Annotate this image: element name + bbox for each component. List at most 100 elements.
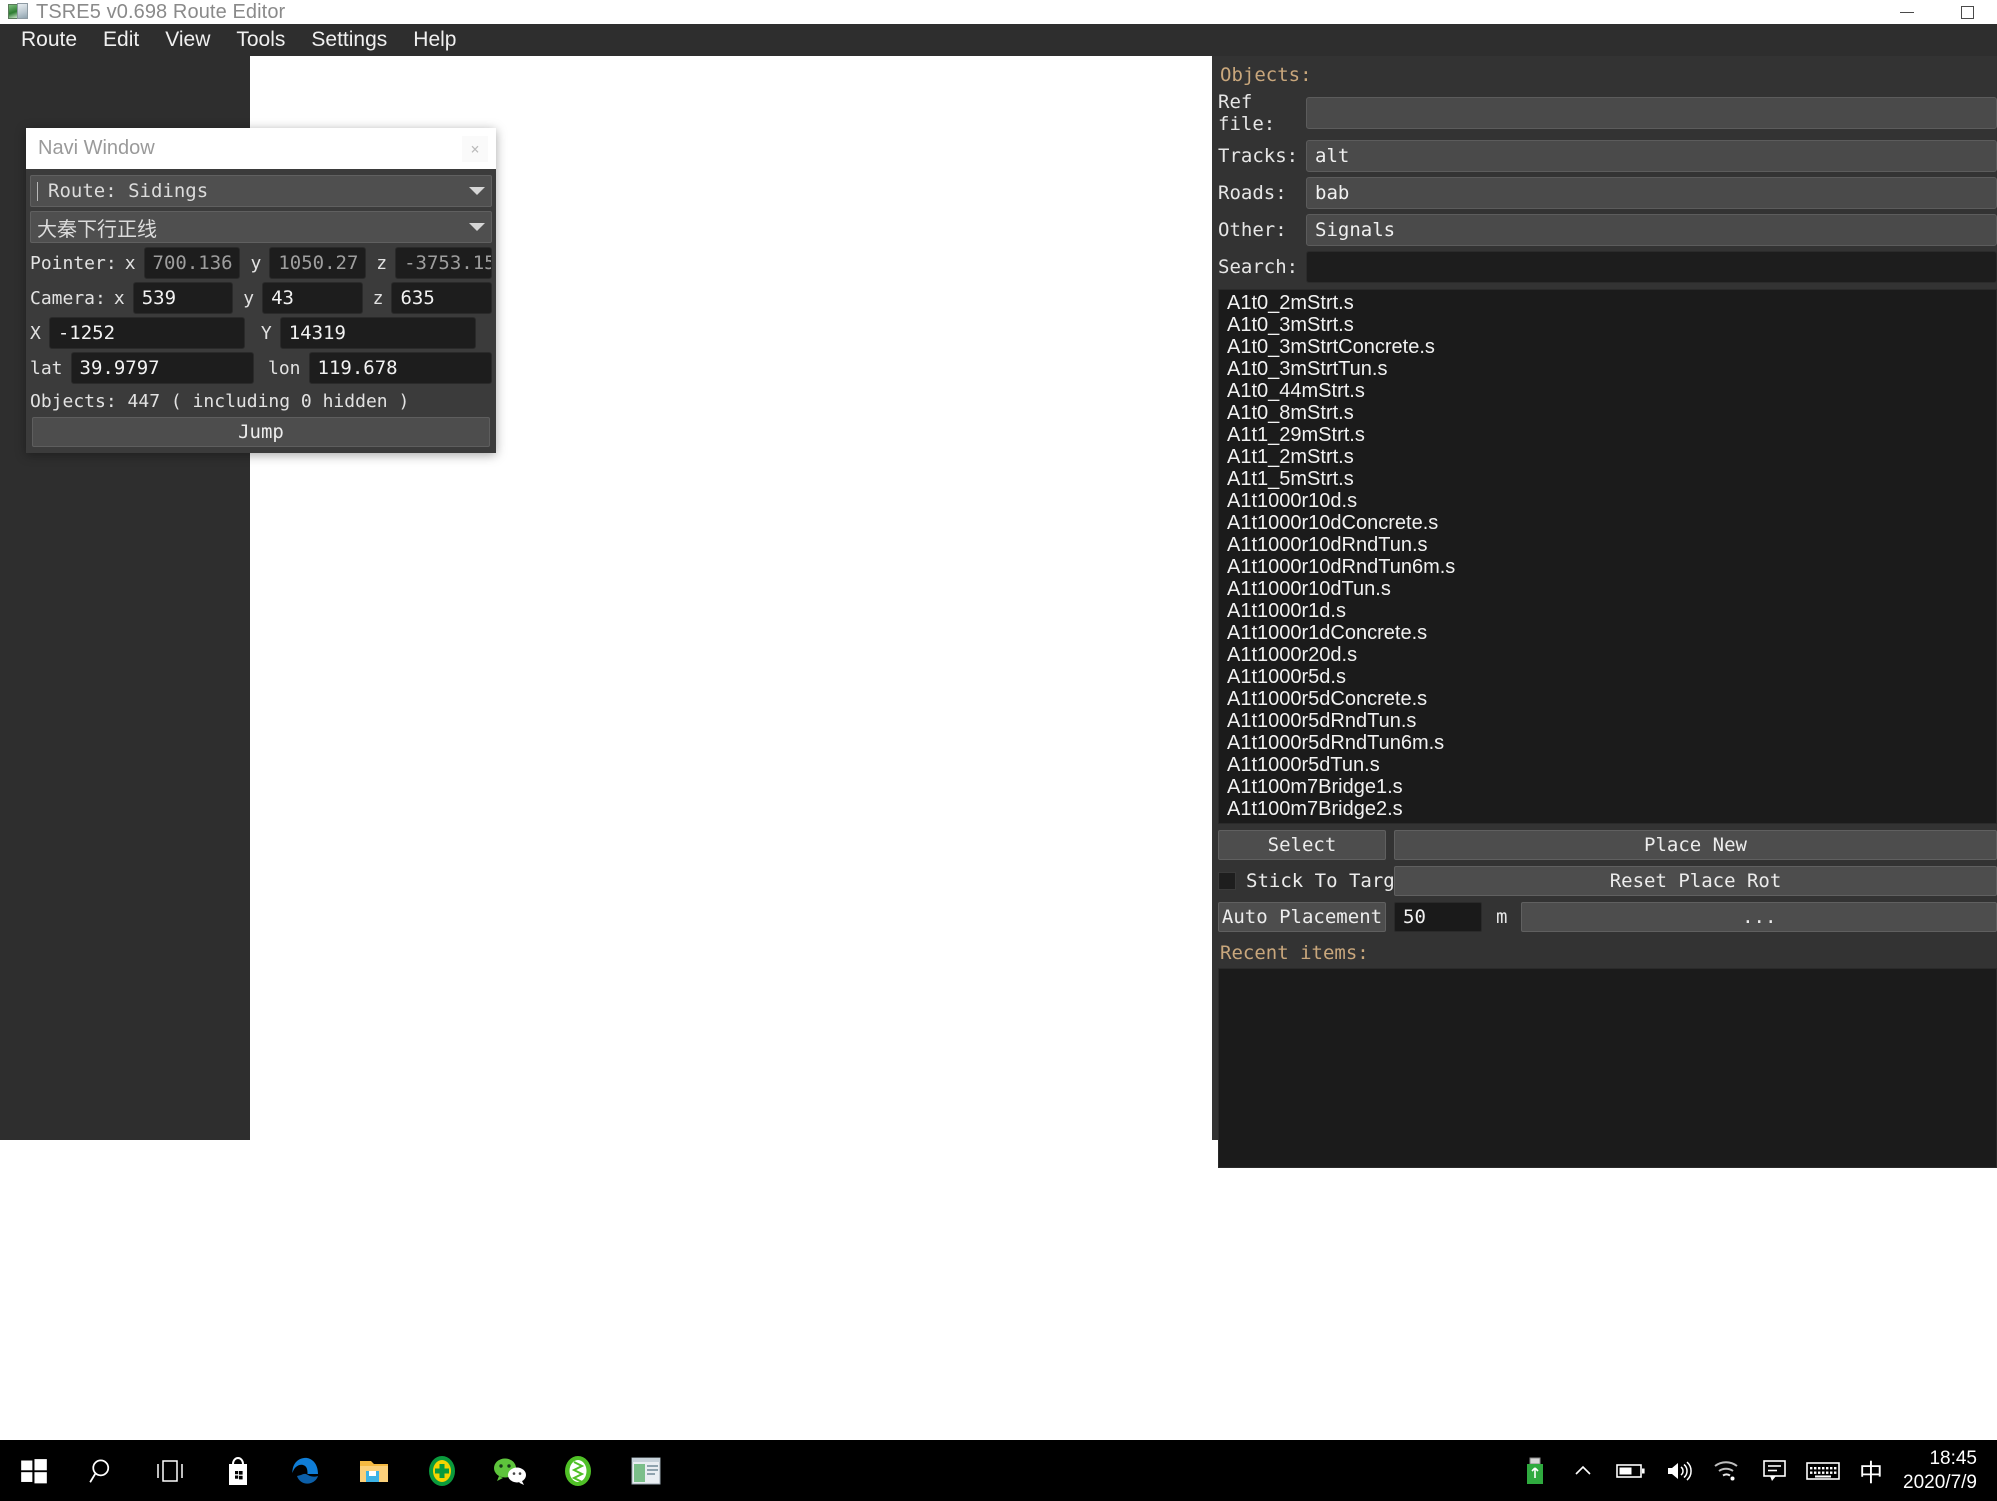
list-item[interactable]: A1t1_2mStrt.s [1223, 446, 1996, 468]
list-item[interactable]: A1t0_3mStrtConcrete.s [1223, 336, 1996, 358]
list-item[interactable]: A1t1000r10dRndTun.s [1223, 534, 1996, 556]
system-tray: 中 18:45 2020/7/9 [1511, 1440, 1997, 1501]
volume-tray-icon[interactable] [1655, 1440, 1703, 1501]
list-item[interactable]: A1t1000r5dConcrete.s [1223, 688, 1996, 710]
battery-tray-icon[interactable] [1607, 1440, 1655, 1501]
stick-to-target-checkbox[interactable]: Stick To Target [1218, 870, 1418, 892]
place-new-button[interactable]: Place New [1394, 830, 1997, 860]
ref-file-select[interactable] [1306, 97, 1997, 129]
wechat-button[interactable] [476, 1440, 544, 1501]
recent-items-heading: Recent items: [1220, 942, 1369, 964]
list-item[interactable]: A1t1000r5dTun.s [1223, 754, 1996, 776]
search-icon [89, 1459, 110, 1483]
start-button[interactable] [0, 1440, 68, 1501]
pointer-z-field[interactable]: -3753.15 [395, 247, 492, 279]
pointer-x-label: x [124, 252, 136, 274]
pointer-y-field[interactable]: 1050.27 [269, 247, 367, 279]
camera-y-field[interactable]: 43 [262, 282, 363, 314]
wifi-icon [1714, 1460, 1738, 1480]
ime-indicator[interactable]: 中 [1847, 1440, 1895, 1501]
tracks-label: Tracks: [1218, 145, 1299, 167]
checkbox-icon[interactable] [1218, 872, 1236, 890]
navi-window-titlebar[interactable]: Navi Window × [26, 128, 496, 169]
clock-date: 2020/7/9 [1903, 1471, 1977, 1493]
network-tray-icon[interactable] [1703, 1440, 1751, 1501]
camera-z-field[interactable]: 635 [391, 282, 492, 314]
menu-item-route[interactable]: Route [8, 26, 90, 54]
list-item[interactable]: A1t1_5mStrt.s [1223, 468, 1996, 490]
list-item[interactable]: A1t1000r1d.s [1223, 600, 1996, 622]
search-input[interactable] [1306, 251, 1997, 283]
list-item[interactable]: A1t1000r5dRndTun.s [1223, 710, 1996, 732]
roads-label: Roads: [1218, 182, 1287, 204]
list-item[interactable]: A1t1000r10d.s [1223, 490, 1996, 512]
camera-x-field[interactable]: 539 [132, 282, 234, 314]
list-item[interactable]: A1t1000r1dConcrete.s [1223, 622, 1996, 644]
menu-item-edit[interactable]: Edit [90, 26, 152, 54]
roads-select[interactable]: bab [1306, 177, 1997, 209]
list-item[interactable]: A1t1000r5dRndTun6m.s [1223, 732, 1996, 754]
list-item[interactable]: A1t1000r10dTun.s [1223, 578, 1996, 600]
lat-field[interactable]: 39.9797 [70, 352, 254, 384]
list-item[interactable]: A1t0_2mStrt.s [1223, 292, 1996, 314]
objects-panel: Objects: Ref file: Tracks: alt Roads: ba… [1212, 56, 1997, 1168]
file-explorer-button[interactable] [340, 1440, 408, 1501]
camera-row: Camera: x 539 y 43 z 635 [30, 282, 492, 314]
auto-placement-distance-input[interactable]: 50 [1394, 902, 1482, 932]
task-view-button[interactable] [136, 1440, 204, 1501]
usb-tray-icon[interactable] [1511, 1440, 1559, 1501]
touch-keyboard-button[interactable] [1799, 1440, 1847, 1501]
list-item[interactable]: A1t100m7Bridge2.s [1223, 798, 1996, 820]
minimize-button[interactable] [1877, 0, 1937, 24]
list-item[interactable]: A1t1000r10dConcrete.s [1223, 512, 1996, 534]
tracks-select[interactable]: alt [1306, 140, 1997, 172]
edge-icon [292, 1457, 318, 1484]
track-select[interactable]: 大秦下行正线 [30, 211, 492, 243]
list-item[interactable]: A1t0_3mStrt.s [1223, 314, 1996, 336]
edge-button[interactable] [272, 1440, 340, 1501]
route-editor-taskbar-button[interactable] [612, 1440, 680, 1501]
more-options-button[interactable]: ... [1521, 902, 1997, 932]
list-item[interactable]: A1t1000r10dRndTun6m.s [1223, 556, 1996, 578]
menu-item-tools[interactable]: Tools [223, 26, 298, 54]
lon-field[interactable]: 119.678 [308, 352, 492, 384]
list-item[interactable]: A1t0_44mStrt.s [1223, 380, 1996, 402]
geo-row: lat 39.9797 lon 119.678 [30, 352, 492, 384]
speaker-icon [1668, 1460, 1692, 1481]
app-button[interactable] [544, 1440, 612, 1501]
pointer-x-field[interactable]: 700.136 [143, 247, 241, 279]
list-item[interactable]: A1t1000r5d.s [1223, 666, 1996, 688]
menu-item-help[interactable]: Help [400, 26, 469, 54]
show-hidden-icons-button[interactable] [1559, 1440, 1607, 1501]
tile-x-field[interactable]: -1252 [48, 317, 245, 349]
clock[interactable]: 18:45 2020/7/9 [1895, 1447, 1991, 1495]
security-app-button[interactable] [408, 1440, 476, 1501]
object-list[interactable]: A1t0_2mStrt.s A1t0_3mStrt.s A1t0_3mStrtCon… [1218, 289, 1997, 824]
other-select[interactable]: Signals [1306, 214, 1997, 246]
tile-x-label: X [30, 322, 41, 344]
menu-item-settings[interactable]: Settings [298, 26, 400, 54]
keyboard-icon [1806, 1461, 1840, 1480]
close-icon[interactable]: × [462, 135, 488, 162]
list-item[interactable]: A1t0_3mStrtTun.s [1223, 358, 1996, 380]
microsoft-store-button[interactable] [204, 1440, 272, 1501]
auto-placement-row: Auto Placement 50 m ... [1218, 902, 1997, 932]
navi-window-body: Route: Sidings 大秦下行正线 Pointer: x 700.136… [26, 169, 496, 453]
search-button[interactable] [68, 1440, 136, 1501]
menu-item-view[interactable]: View [152, 26, 223, 54]
list-item[interactable]: A1t1_29mStrt.s [1223, 424, 1996, 446]
menu-bar: Route Edit View Tools Settings Help [0, 24, 1997, 56]
list-item[interactable]: A1t100m7Bridge1.s [1223, 776, 1996, 798]
window-controls [1877, 0, 1997, 24]
reset-place-rot-button[interactable]: Reset Place Rot [1394, 866, 1997, 896]
tile-y-field[interactable]: 14319 [279, 317, 476, 349]
route-select[interactable]: Route: Sidings [30, 175, 492, 207]
maximize-button[interactable] [1937, 0, 1997, 24]
list-item[interactable]: A1t0_8mStrt.s [1223, 402, 1996, 424]
list-item[interactable]: A1t1000r20d.s [1223, 644, 1996, 666]
auto-placement-button[interactable]: Auto Placement [1218, 902, 1386, 932]
jump-button[interactable]: Jump [32, 417, 490, 447]
select-button[interactable]: Select [1218, 830, 1386, 860]
recent-items-list[interactable] [1218, 968, 1997, 1168]
action-center-button[interactable] [1751, 1440, 1799, 1501]
